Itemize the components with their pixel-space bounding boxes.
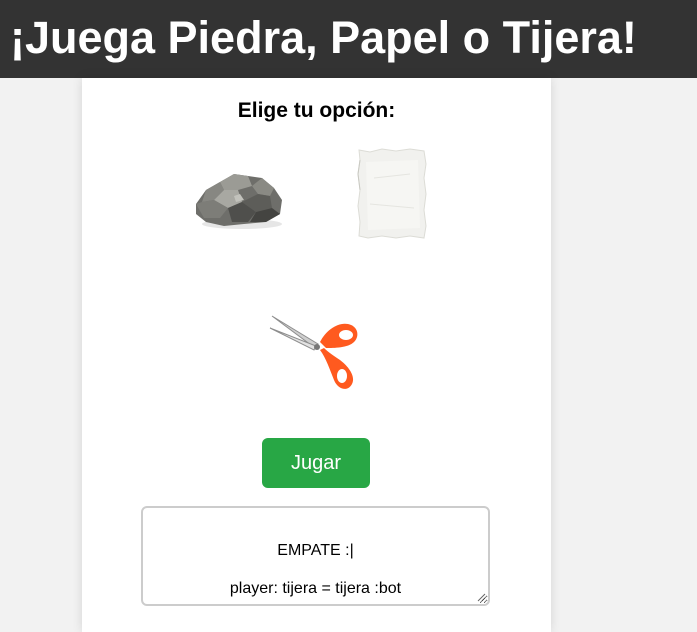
result-status: EMPATE :|: [277, 542, 354, 559]
rock-icon: [196, 174, 282, 229]
play-button[interactable]: Jugar: [262, 438, 370, 488]
scissors-icon: [269, 315, 358, 389]
paper-choice[interactable]: [356, 148, 428, 240]
choice-prompt: Elige tu opción:: [237, 99, 396, 122]
rock-choice[interactable]: [190, 160, 288, 232]
resize-grip-icon[interactable]: [477, 593, 486, 602]
result-textarea[interactable]: EMPATE :| player: tijera = tijera :bot: [141, 506, 490, 606]
page-header: ¡Juega Piedra, Papel o Tijera!: [0, 0, 697, 78]
paper-icon: [357, 148, 427, 239]
scissors-choice[interactable]: [268, 308, 364, 394]
result-detail: player: tijera = tijera :bot: [229, 580, 402, 597]
page-title: ¡Juega Piedra, Papel o Tijera!: [10, 12, 637, 63]
game-card: Elige tu opción: Jugar EMPATE:| player:…: [82, 78, 551, 632]
